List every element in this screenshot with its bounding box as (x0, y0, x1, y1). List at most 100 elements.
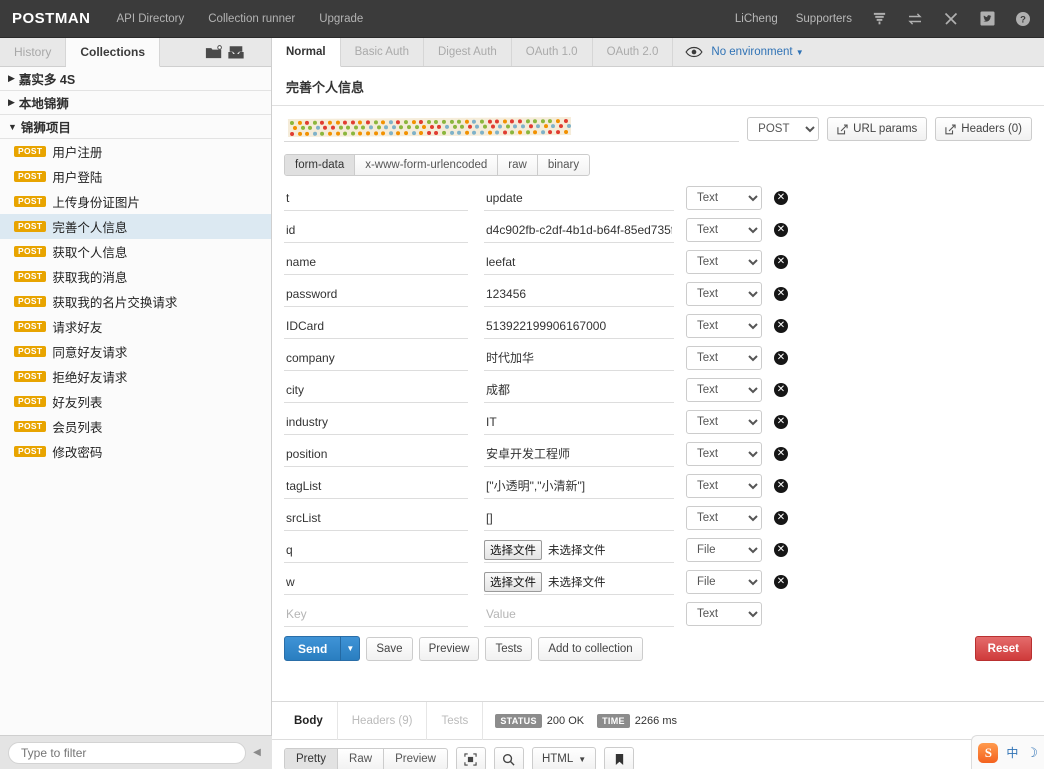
body-type-form-data[interactable]: form-data (285, 155, 355, 175)
param-key-input[interactable] (284, 409, 468, 435)
reset-button[interactable]: Reset (975, 636, 1032, 661)
help-icon[interactable]: ? (1014, 10, 1032, 28)
param-key-input[interactable] (284, 377, 468, 403)
param-key-input[interactable] (284, 537, 468, 563)
new-folder-icon[interactable] (205, 45, 223, 60)
param-value-input[interactable] (484, 409, 674, 435)
param-type-select[interactable]: TextFile (686, 186, 762, 210)
param-type-select[interactable]: TextFile (686, 314, 762, 338)
param-key-input[interactable] (284, 345, 468, 371)
delete-param-button[interactable]: ✕ (774, 415, 788, 429)
sidebar-tab-collections[interactable]: Collections (66, 38, 160, 67)
collection-group-3[interactable]: ▼ 锦狮项目 (0, 115, 271, 139)
param-type-select[interactable]: TextFile (686, 282, 762, 306)
import-icon[interactable] (227, 45, 245, 60)
fullscreen-icon[interactable] (456, 747, 486, 769)
format-select[interactable]: HTML ▼ (532, 747, 596, 769)
view-mode-raw[interactable]: Raw (338, 749, 384, 769)
body-type-raw[interactable]: raw (498, 155, 538, 175)
param-value-input[interactable] (484, 377, 674, 403)
request-item-2[interactable]: POST 上传身份证图片 (0, 189, 271, 214)
param-key-input[interactable] (284, 569, 468, 595)
request-item-8[interactable]: POST 同意好友请求 (0, 339, 271, 364)
delete-param-button[interactable]: ✕ (774, 319, 788, 333)
param-type-select[interactable]: TextFile (686, 474, 762, 498)
param-value-input[interactable] (484, 473, 674, 499)
param-key-input[interactable] (284, 281, 468, 307)
search-icon[interactable] (494, 747, 524, 769)
request-item-9[interactable]: POST 拒绝好友请求 (0, 364, 271, 389)
delete-param-button[interactable]: ✕ (774, 351, 788, 365)
param-key-input[interactable] (284, 185, 468, 211)
param-key-input[interactable] (284, 473, 468, 499)
param-value-input[interactable] (484, 281, 674, 307)
request-item-4[interactable]: POST 获取个人信息 (0, 239, 271, 264)
nav-upgrade[interactable]: Upgrade (319, 13, 363, 25)
param-key-input[interactable] (284, 441, 468, 467)
filter-input[interactable] (8, 742, 246, 764)
param-key-input[interactable] (284, 313, 468, 339)
delete-param-button[interactable]: ✕ (774, 543, 788, 557)
tests-button[interactable]: Tests (485, 637, 532, 661)
new-param-value-input[interactable] (484, 601, 674, 627)
sidebar-tab-history[interactable]: History (0, 38, 66, 66)
headers-button[interactable]: Headers (0) (935, 117, 1032, 141)
preview-button[interactable]: Preview (419, 637, 480, 661)
send-options-chevron-down-icon[interactable]: ▼ (340, 636, 360, 661)
supporters-link[interactable]: Supporters (796, 13, 852, 25)
param-key-input[interactable] (284, 249, 468, 275)
nav-collection-runner[interactable]: Collection runner (208, 13, 295, 25)
delete-param-button[interactable]: ✕ (774, 511, 788, 525)
filter-icon[interactable] (870, 10, 888, 28)
param-type-select[interactable]: TextFile (686, 506, 762, 530)
request-item-7[interactable]: POST 请求好友 (0, 314, 271, 339)
param-type-select[interactable]: TextFile (686, 346, 762, 370)
request-item-6[interactable]: POST 获取我的名片交换请求 (0, 289, 271, 314)
param-type-select[interactable]: TextFile (686, 378, 762, 402)
param-value-input[interactable] (484, 313, 674, 339)
url-params-button[interactable]: URL params (827, 117, 927, 141)
method-select[interactable]: POSTGETPUTPATCHDELETECOPYHEADOPTIONS (747, 117, 819, 141)
auth-tab-digest[interactable]: Digest Auth (424, 38, 512, 66)
delete-param-button[interactable]: ✕ (774, 575, 788, 589)
request-item-3[interactable]: POST 完善个人信息 (0, 214, 271, 239)
param-type-select[interactable]: TextFile (686, 218, 762, 242)
collapse-sidebar-icon[interactable]: ◀ (250, 747, 264, 758)
user-name[interactable]: LiCheng (735, 13, 778, 25)
ime-mode[interactable]: 中 (1006, 744, 1018, 761)
delete-param-button[interactable]: ✕ (774, 191, 788, 205)
url-input[interactable] (284, 116, 739, 142)
param-type-select[interactable]: TextFile (686, 442, 762, 466)
sync-icon[interactable] (906, 10, 924, 28)
param-type-select[interactable]: TextFile (686, 250, 762, 274)
param-type-select[interactable]: TextFile (686, 538, 762, 562)
choose-file-button[interactable]: 选择文件 (484, 540, 542, 560)
response-tab-body[interactable]: Body (280, 702, 338, 740)
param-value-input[interactable] (484, 217, 674, 243)
choose-file-button[interactable]: 选择文件 (484, 572, 542, 592)
delete-param-button[interactable]: ✕ (774, 447, 788, 461)
response-tab-headers[interactable]: Headers (9) (338, 702, 428, 740)
param-value-input[interactable] (484, 249, 674, 275)
param-key-input[interactable] (284, 217, 468, 243)
auth-tab-normal[interactable]: Normal (272, 38, 341, 67)
bookmark-icon[interactable] (604, 747, 634, 769)
request-item-1[interactable]: POST 用户登陆 (0, 164, 271, 189)
param-type-select[interactable]: TextFile (686, 570, 762, 594)
view-mode-pretty[interactable]: Pretty (285, 749, 338, 769)
param-key-input[interactable] (284, 505, 468, 531)
param-value-input[interactable] (484, 441, 674, 467)
param-value-input[interactable] (484, 345, 674, 371)
param-type-select[interactable]: TextFile (686, 602, 762, 626)
save-button[interactable]: Save (366, 637, 412, 661)
nav-api-directory[interactable]: API Directory (117, 13, 185, 25)
send-button[interactable]: Send (284, 636, 341, 661)
auth-tab-oauth1[interactable]: OAuth 1.0 (512, 38, 593, 66)
wrench-icon[interactable] (942, 10, 960, 28)
delete-param-button[interactable]: ✕ (774, 383, 788, 397)
auth-tab-oauth2[interactable]: OAuth 2.0 (593, 38, 674, 66)
eye-icon[interactable] (685, 46, 703, 58)
param-value-input[interactable] (484, 185, 674, 211)
collection-group-2[interactable]: ▶ 本地锦狮 (0, 91, 271, 115)
environment-selector[interactable]: No environment ▼ (711, 46, 803, 58)
